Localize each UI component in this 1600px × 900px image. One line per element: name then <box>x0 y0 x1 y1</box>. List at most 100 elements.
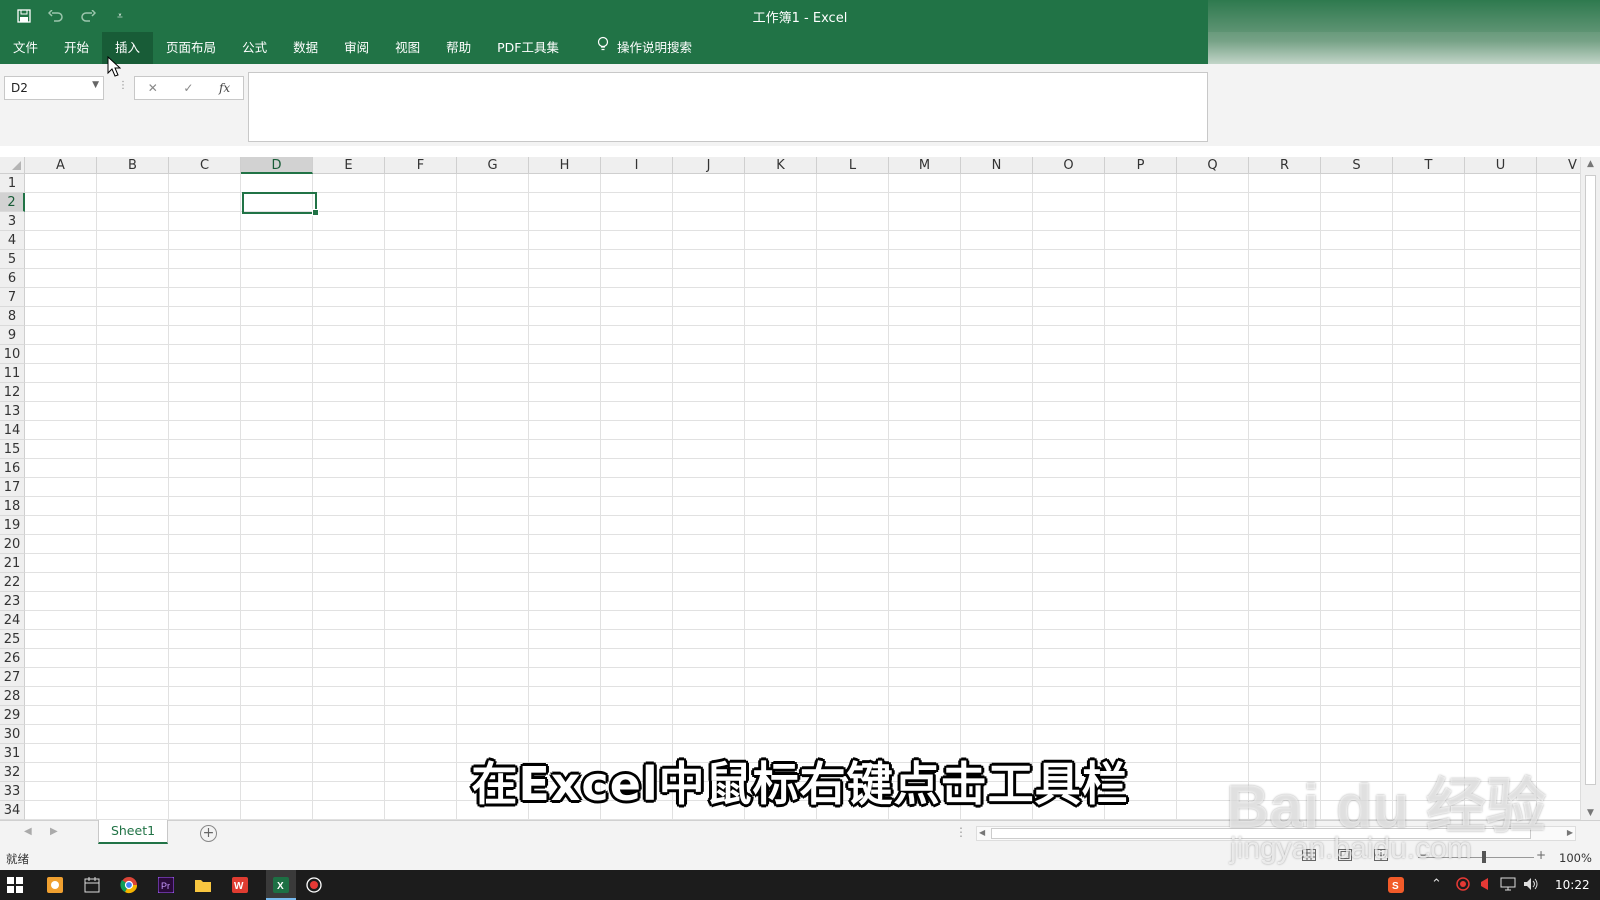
column-header[interactable]: Q <box>1177 157 1249 174</box>
row-header[interactable]: 21 <box>0 554 25 573</box>
tab-formulas[interactable]: 公式 <box>229 32 280 64</box>
insert-function-icon[interactable]: fx <box>219 81 230 95</box>
calendar-icon[interactable] <box>81 874 103 896</box>
row-header[interactable]: 20 <box>0 535 25 554</box>
split-handle-icon[interactable]: ⋮ <box>955 825 967 839</box>
column-header[interactable]: K <box>745 157 817 174</box>
row-header[interactable]: 22 <box>0 573 25 592</box>
row-header[interactable]: 10 <box>0 345 25 364</box>
column-header[interactable]: E <box>313 157 385 174</box>
row-header[interactable]: 1 <box>0 174 25 193</box>
media-player-icon[interactable] <box>44 874 66 896</box>
row-header[interactable]: 23 <box>0 592 25 611</box>
sheet-tab-sheet1[interactable]: Sheet1 <box>98 820 168 844</box>
row-header[interactable]: 26 <box>0 649 25 668</box>
volume-icon[interactable] <box>1523 877 1539 895</box>
row-header[interactable]: 11 <box>0 364 25 383</box>
column-header[interactable]: P <box>1105 157 1177 174</box>
vertical-scrollbar[interactable]: ▲ ▼ <box>1580 157 1600 820</box>
column-header[interactable]: U <box>1465 157 1537 174</box>
row-header[interactable]: 8 <box>0 307 25 326</box>
name-box[interactable]: D2 ▼ <box>4 76 104 100</box>
zoom-in-button[interactable]: + <box>1536 848 1546 862</box>
row-header[interactable]: 28 <box>0 687 25 706</box>
tell-me-search[interactable]: 操作说明搜索 <box>584 32 705 64</box>
tray-expand-icon[interactable]: ⌃ <box>1431 877 1442 892</box>
chrome-icon[interactable] <box>118 874 140 896</box>
row-header[interactable]: 17 <box>0 478 25 497</box>
row-header[interactable]: 14 <box>0 421 25 440</box>
row-header[interactable]: 13 <box>0 402 25 421</box>
formula-input[interactable] <box>248 72 1208 142</box>
row-header[interactable]: 29 <box>0 706 25 725</box>
row-header[interactable]: 2 <box>0 193 25 212</box>
screen-recorder-icon[interactable] <box>303 874 325 896</box>
chevron-down-icon[interactable]: ▼ <box>92 80 99 90</box>
column-header[interactable]: H <box>529 157 601 174</box>
column-header[interactable]: G <box>457 157 529 174</box>
row-header[interactable]: 12 <box>0 383 25 402</box>
column-header[interactable]: J <box>673 157 745 174</box>
row-header[interactable]: 18 <box>0 497 25 516</box>
row-header[interactable]: 16 <box>0 459 25 478</box>
row-header[interactable]: 27 <box>0 668 25 687</box>
column-header[interactable]: T <box>1393 157 1465 174</box>
add-sheet-button[interactable]: + <box>200 825 217 842</box>
row-header[interactable]: 4 <box>0 231 25 250</box>
wps-icon[interactable]: W <box>229 874 251 896</box>
taskbar-clock[interactable]: 10:22 <box>1555 878 1590 892</box>
tab-page-layout[interactable]: 页面布局 <box>153 32 229 64</box>
scroll-left-icon[interactable]: ◀ <box>979 828 985 837</box>
row-header[interactable]: 19 <box>0 516 25 535</box>
tab-home[interactable]: 开始 <box>51 32 102 64</box>
enter-icon[interactable]: ✓ <box>183 81 193 95</box>
vertical-scroll-thumb[interactable] <box>1585 175 1596 785</box>
file-explorer-icon[interactable] <box>192 874 214 896</box>
row-header[interactable]: 6 <box>0 269 25 288</box>
sheet-next-icon[interactable]: ▶ <box>50 826 58 837</box>
zoom-level[interactable]: 100% <box>1559 851 1592 865</box>
row-header[interactable]: 24 <box>0 611 25 630</box>
tab-file[interactable]: 文件 <box>0 32 51 64</box>
cell-grid[interactable] <box>25 174 1580 820</box>
windows-start-icon[interactable] <box>4 874 26 896</box>
sogou-ime-icon[interactable]: S <box>1388 877 1404 897</box>
column-header[interactable]: O <box>1033 157 1105 174</box>
column-header[interactable]: A <box>25 157 97 174</box>
column-header[interactable]: M <box>889 157 961 174</box>
zoom-slider-knob[interactable] <box>1482 851 1486 863</box>
column-header[interactable]: N <box>961 157 1033 174</box>
network-icon[interactable] <box>1500 877 1516 895</box>
column-header[interactable]: R <box>1249 157 1321 174</box>
resize-handle-icon[interactable]: ⋮ <box>118 80 128 91</box>
sheet-prev-icon[interactable]: ◀ <box>24 826 32 837</box>
scroll-right-icon[interactable]: ▶ <box>1567 828 1573 837</box>
excel-icon[interactable]: X <box>270 874 292 896</box>
premiere-icon[interactable]: Pr <box>155 874 177 896</box>
row-header[interactable]: 7 <box>0 288 25 307</box>
scroll-up-icon[interactable]: ▲ <box>1587 159 1594 169</box>
tab-view[interactable]: 视图 <box>382 32 433 64</box>
column-header[interactable]: B <box>97 157 169 174</box>
row-header[interactable]: 30 <box>0 725 25 744</box>
active-cell-d2[interactable] <box>242 192 319 216</box>
column-header[interactable]: C <box>169 157 241 174</box>
cancel-icon[interactable]: ✕ <box>148 81 158 95</box>
tray-alert-icon[interactable] <box>1478 877 1490 895</box>
select-all-button[interactable] <box>0 157 25 174</box>
column-header[interactable]: L <box>817 157 889 174</box>
tab-help[interactable]: 帮助 <box>433 32 484 64</box>
row-header[interactable]: 15 <box>0 440 25 459</box>
column-header[interactable]: D <box>241 157 313 174</box>
row-header[interactable]: 9 <box>0 326 25 345</box>
column-header[interactable]: I <box>601 157 673 174</box>
tray-record-icon[interactable] <box>1456 877 1470 895</box>
row-header[interactable]: 3 <box>0 212 25 231</box>
tab-data[interactable]: 数据 <box>280 32 331 64</box>
column-header[interactable]: F <box>385 157 457 174</box>
row-header[interactable]: 25 <box>0 630 25 649</box>
row-header[interactable]: 5 <box>0 250 25 269</box>
column-header[interactable]: S <box>1321 157 1393 174</box>
tab-pdf-tools[interactable]: PDF工具集 <box>484 32 572 64</box>
tab-review[interactable]: 审阅 <box>331 32 382 64</box>
